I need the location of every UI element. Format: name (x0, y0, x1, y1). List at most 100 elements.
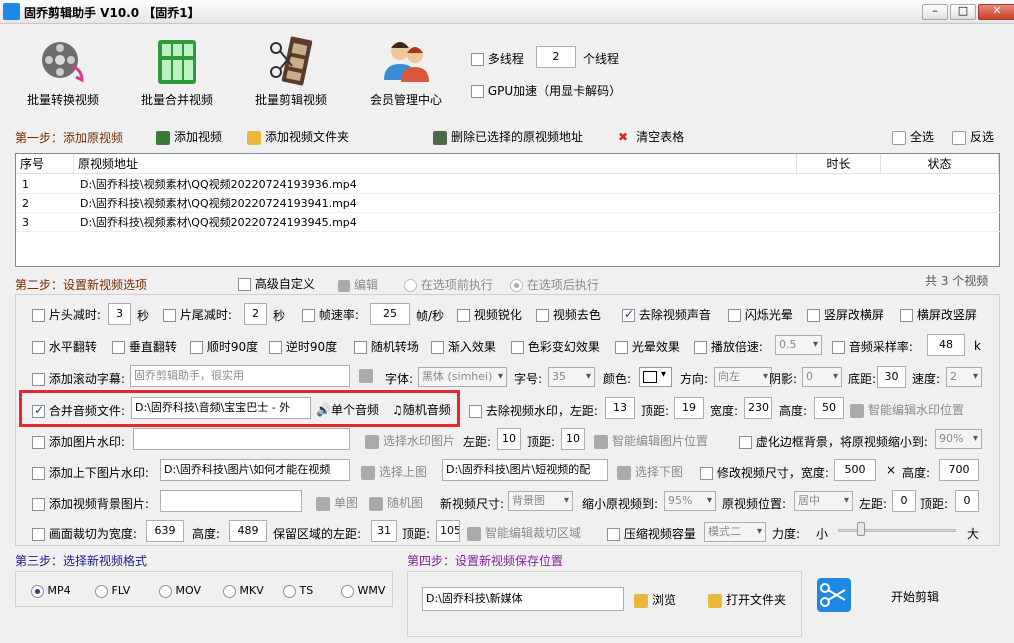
table-row[interactable]: 1 D:\固乔科技\视频素材\QQ视频20220724193936.mp4 (16, 176, 1014, 194)
img-left-input[interactable]: 10 (497, 428, 521, 450)
choose-image-button[interactable]: 选择水印图片 (365, 432, 455, 449)
delete-selected-button[interactable]: 删除已选择的原视频地址 (433, 128, 583, 145)
head-cut-checkbox[interactable]: 片头减时: (32, 306, 101, 323)
batch-edit-button[interactable]: 批量剪辑视频 (243, 36, 339, 108)
smart-watermark-button[interactable]: 智能编辑水印位置 (850, 401, 964, 418)
font-select[interactable]: 黑体 (simhei) (418, 367, 507, 387)
after-radio[interactable]: 在选项后执行 (510, 276, 599, 293)
col-path[interactable]: 原视频地址 (74, 154, 797, 174)
img-top-input[interactable]: 10 (561, 428, 585, 450)
sample-rate-input[interactable]: 48 (927, 334, 965, 356)
advanced-checkbox[interactable]: 高级自定义 (238, 275, 315, 292)
format-flv-radio[interactable]: FLV (95, 584, 130, 598)
fps-checkbox[interactable]: 帧速率: (302, 306, 359, 323)
keep-left-input[interactable]: 31 (371, 520, 397, 542)
flash-checkbox[interactable]: 闪烁光晕 (728, 306, 793, 323)
edit-button[interactable]: 编辑 (338, 276, 378, 293)
image-path-input[interactable] (133, 428, 350, 450)
table-row[interactable]: 3 D:\固乔科技\视频素材\QQ视频20220724193945.mp4 (16, 214, 1014, 232)
browse-button[interactable]: 浏览 (634, 591, 676, 608)
choose-top-button[interactable]: 选择上图 (361, 463, 427, 480)
select-all-button[interactable]: 全选 (892, 128, 934, 145)
member-center-button[interactable]: 会员管理中心 (358, 36, 454, 108)
size-select[interactable]: 35 (548, 367, 595, 387)
crop-width-input[interactable]: 639 (146, 520, 184, 542)
wm-left-input[interactable]: 13 (605, 397, 635, 419)
scroll-text-input[interactable]: 固乔剪辑助手，很实用 (130, 365, 350, 387)
top-image-input[interactable]: D:\固乔科技\图片\如何才能在视频 (160, 459, 350, 481)
image-watermark-checkbox[interactable]: 添加图片水印: (32, 433, 125, 450)
blur-select[interactable]: 90% (935, 429, 982, 449)
decolor-checkbox[interactable]: 视频去色 (536, 306, 601, 323)
format-mp4-radio[interactable]: MP4 (31, 584, 71, 598)
clear-table-button[interactable]: ✖ 清空表格 (618, 128, 684, 145)
speed-select[interactable]: 0.5 (775, 335, 822, 355)
smart-crop-button[interactable]: 智能编辑裁切区域 (467, 524, 581, 541)
video-table[interactable]: 序号 原视频地址 时长 状态 1 D:\固乔科技\视频素材\QQ视频2022072… (15, 153, 1014, 267)
ccw90-checkbox[interactable]: 逆时90度 (269, 338, 337, 355)
tail-cut-checkbox[interactable]: 片尾减时: (163, 306, 232, 323)
top-bottom-wm-checkbox[interactable]: 添加上下图片水印: (32, 464, 149, 481)
bg-image-checkbox[interactable]: 添加视频背景图片: (32, 495, 149, 512)
save-path-input[interactable]: D:\固乔科技\新媒体 (422, 587, 624, 611)
batch-merge-button[interactable]: 批量合并视频 (129, 36, 225, 108)
sharpen-checkbox[interactable]: 视频锐化 (457, 306, 522, 323)
fade-in-checkbox[interactable]: 渐入效果 (431, 338, 496, 355)
wm-height-input[interactable]: 50 (814, 397, 844, 419)
v2h-checkbox[interactable]: 竖屏改横屏 (807, 306, 884, 323)
add-folder-button[interactable]: 添加视频文件夹 (247, 128, 349, 145)
batch-convert-button[interactable]: 批量转换视频 (15, 36, 111, 108)
keep-top-input[interactable]: 105 (436, 520, 460, 542)
invert-select-button[interactable]: 反选 (952, 128, 994, 145)
bg-left-input[interactable]: 0 (892, 490, 916, 512)
blur-bg-checkbox[interactable]: 虚化边框背景，将原视频缩小到: (739, 433, 928, 450)
mode-select[interactable]: 模式二 (704, 522, 766, 542)
bg-image-input[interactable] (160, 490, 302, 512)
sample-rate-checkbox[interactable]: 音频采样率: (832, 338, 913, 355)
crop-checkbox[interactable]: 画面裁切为宽度: (32, 525, 137, 542)
compress-checkbox[interactable]: 压缩视频容量 (607, 525, 696, 542)
open-folder-button[interactable]: 打开文件夹 (708, 591, 786, 608)
h2v-checkbox[interactable]: 横屏改竖屏 (900, 306, 977, 323)
shadow-select[interactable]: 0 (802, 367, 842, 387)
start-scissors-icon[interactable] (817, 578, 851, 612)
format-mkv-radio[interactable]: MKV (223, 584, 264, 598)
scroll-text-checkbox[interactable]: 添加滚动字幕: (32, 370, 125, 387)
bg-top-input[interactable]: 0 (955, 490, 979, 512)
format-mov-radio[interactable]: MOV (159, 584, 201, 598)
vflip-checkbox[interactable]: 垂直翻转 (112, 338, 177, 355)
resize-height-input[interactable]: 700 (939, 459, 979, 481)
table-row[interactable]: 2 D:\固乔科技\视频素材\QQ视频20220724193941.mp4 (16, 195, 1014, 213)
start-button[interactable]: 开始剪辑 (891, 588, 939, 605)
resize-checkbox[interactable]: 修改视频尺寸，宽度: (700, 464, 829, 481)
tail-cut-input[interactable]: 2 (244, 303, 267, 325)
before-radio[interactable]: 在选项前执行 (404, 276, 493, 293)
scroll-speed-select[interactable]: 2 (946, 367, 982, 387)
resize-width-input[interactable]: 500 (834, 459, 876, 481)
choose-bottom-button[interactable]: 选择下图 (617, 463, 683, 480)
slider-thumb[interactable] (857, 522, 865, 536)
restore-button[interactable]: □ (950, 4, 976, 20)
col-index[interactable]: 序号 (16, 154, 74, 174)
gpu-checkbox[interactable]: GPU加速（用显卡解码） (471, 82, 621, 99)
remove-audio-checkbox[interactable]: 去除视频声音 (622, 306, 711, 323)
new-size-select[interactable]: 背景图 (508, 491, 573, 511)
bottom-input[interactable]: 30 (877, 366, 906, 388)
head-cut-input[interactable]: 3 (108, 303, 131, 325)
crop-height-input[interactable]: 489 (229, 520, 267, 542)
color-fantasy-checkbox[interactable]: 色彩变幻效果 (511, 338, 600, 355)
single-image-button[interactable]: 单图 (316, 494, 358, 511)
format-wmv-radio[interactable]: WMV (341, 584, 385, 598)
fps-input[interactable]: 25 (370, 303, 410, 325)
multithread-checkbox[interactable]: 多线程 (471, 50, 524, 67)
cw90-checkbox[interactable]: 顺时90度 (190, 338, 258, 355)
col-status[interactable]: 状态 (881, 154, 999, 174)
wm-width-input[interactable]: 230 (744, 397, 772, 419)
speed-checkbox[interactable]: 播放倍速: (694, 338, 763, 355)
bottom-image-input[interactable]: D:\固乔科技\图片\短视频的配 (442, 459, 608, 481)
strength-slider[interactable] (838, 520, 956, 540)
wm-top-input[interactable]: 19 (674, 397, 704, 419)
minimize-button[interactable]: – (922, 4, 948, 20)
hflip-checkbox[interactable]: 水平翻转 (32, 338, 97, 355)
shrink-select[interactable]: 95% (664, 491, 716, 511)
